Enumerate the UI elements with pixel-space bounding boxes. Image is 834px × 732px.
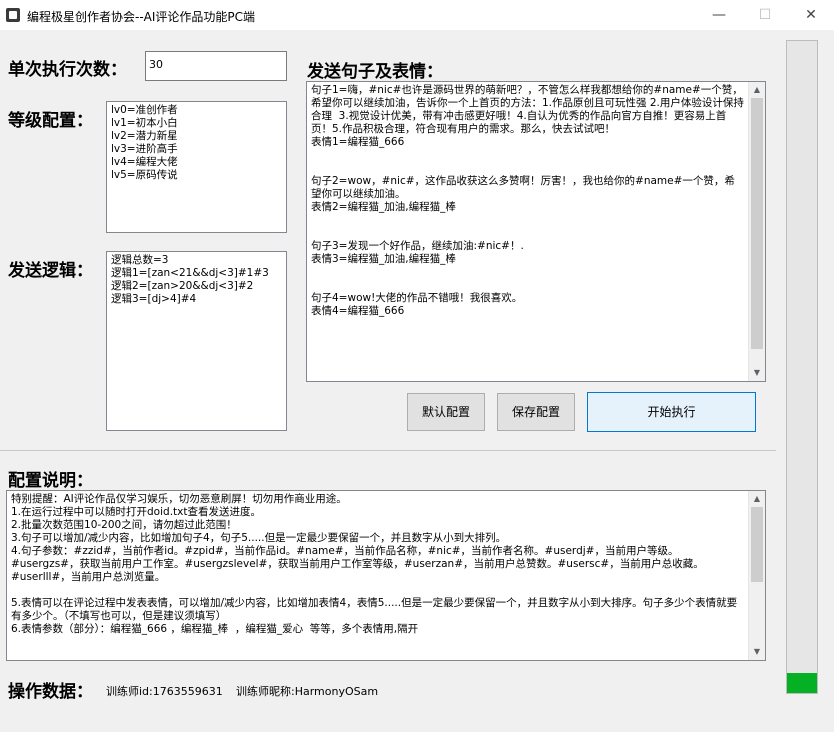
sentences-text: 句子1=嗨，#nic#也许是源码世界的萌新吧？，不管怎么样我都想给你的#name… [311,84,744,317]
scroll-up-icon[interactable]: ▲ [749,82,765,98]
scroll-down-icon[interactable]: ▼ [749,644,765,660]
sentences-label: 发送句子及表情： [307,62,443,82]
start-button[interactable]: 开始执行 [587,392,756,432]
config-scrollbar[interactable]: ▲ ▼ [748,491,765,660]
window-title: 编程极星创作者协会--AI评论作品功能PC端 [27,10,256,24]
title-bar: 编程极星创作者协会--AI评论作品功能PC端 — ☐ ✕ [0,0,834,30]
level-config-text: lv0=准创作者 lv1=初本小白 lv2=潜力新星 lv3=进阶高手 lv4=… [111,104,178,181]
trainer-nickname: 训练师昵称:HarmonyOSam [236,685,379,698]
exec-count-input[interactable]: 30 [145,51,287,81]
sentences-textarea[interactable]: 句子1=嗨，#nic#也许是源码世界的萌新吧？，不管怎么样我都想给你的#name… [306,81,766,382]
sentences-scrollbar[interactable]: ▲ ▼ [748,82,765,381]
save-config-button[interactable]: 保存配置 [497,393,575,431]
operation-data-label: 操作数据： [8,682,93,702]
progress-bar [786,40,818,694]
trainer-id: 训练师id:1763559631 [106,685,223,698]
section-divider [0,450,776,451]
level-config-textarea[interactable]: lv0=准创作者 lv1=初本小白 lv2=潜力新星 lv3=进阶高手 lv4=… [106,101,287,233]
level-config-label: 等级配置： [8,111,93,131]
config-desc-textarea[interactable]: 特别提醒：AI评论作品仅学习娱乐，切勿恶意刷屏！切勿用作商业用途。 1.在运行过… [6,490,766,661]
close-button[interactable]: ✕ [788,0,834,30]
exec-count-label: 单次执行次数： [8,60,127,80]
scroll-up-icon[interactable]: ▲ [749,491,765,507]
send-logic-textarea[interactable]: 逻辑总数=3 逻辑1=[zan<21&&dj<3]#1#3 逻辑2=[zan>2… [106,251,287,431]
scroll-down-icon[interactable]: ▼ [749,365,765,381]
maximize-button[interactable]: ☐ [742,0,788,30]
scroll-thumb[interactable] [751,507,763,582]
send-logic-text: 逻辑总数=3 逻辑1=[zan<21&&dj<3]#1#3 逻辑2=[zan>2… [111,254,269,305]
default-config-button[interactable]: 默认配置 [407,393,485,431]
minimize-button[interactable]: — [696,0,742,30]
config-desc-label: 配置说明： [8,471,93,491]
send-logic-label: 发送逻辑： [8,261,93,281]
scroll-thumb[interactable] [751,98,763,349]
progress-fill [787,673,817,693]
config-desc-text: 特别提醒：AI评论作品仅学习娱乐，切勿恶意刷屏！切勿用作商业用途。 1.在运行过… [11,493,738,635]
app-icon [6,8,20,22]
